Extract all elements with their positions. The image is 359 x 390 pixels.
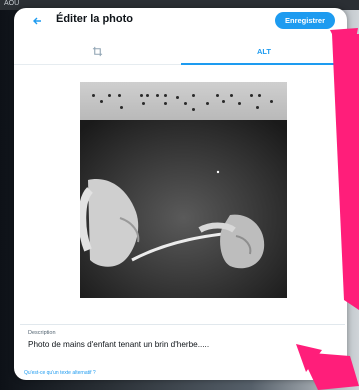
hands-photo bbox=[80, 120, 287, 298]
tab-alt-label: ALT bbox=[256, 46, 272, 56]
top-strip-label: AOU bbox=[4, 0, 20, 7]
description-field[interactable]: Description Photo de mains d'enfant tena… bbox=[20, 324, 345, 365]
alt-text-help-link[interactable]: Qu'est-ce qu'un texte alternatif ? bbox=[24, 370, 96, 376]
back-button[interactable] bbox=[28, 12, 46, 30]
tab-bar: ALT bbox=[14, 38, 347, 65]
photo-preview bbox=[80, 82, 287, 298]
edit-photo-modal: Éditer la photo Enregistrer ALT Descript… bbox=[14, 8, 347, 380]
crop-icon bbox=[92, 46, 102, 56]
description-label: Description bbox=[28, 330, 56, 336]
braille-strip bbox=[80, 82, 287, 120]
arrow-left-icon bbox=[33, 17, 41, 25]
save-button[interactable]: Enregistrer bbox=[275, 12, 335, 29]
description-input[interactable]: Photo de mains d'enfant tenant un brin d… bbox=[28, 340, 209, 349]
page-title: Éditer la photo bbox=[56, 13, 133, 25]
modal-header: Éditer la photo Enregistrer bbox=[14, 8, 347, 34]
tab-crop[interactable] bbox=[14, 38, 180, 64]
active-tab-indicator bbox=[181, 63, 347, 65]
tab-alt[interactable]: ALT bbox=[181, 38, 347, 65]
